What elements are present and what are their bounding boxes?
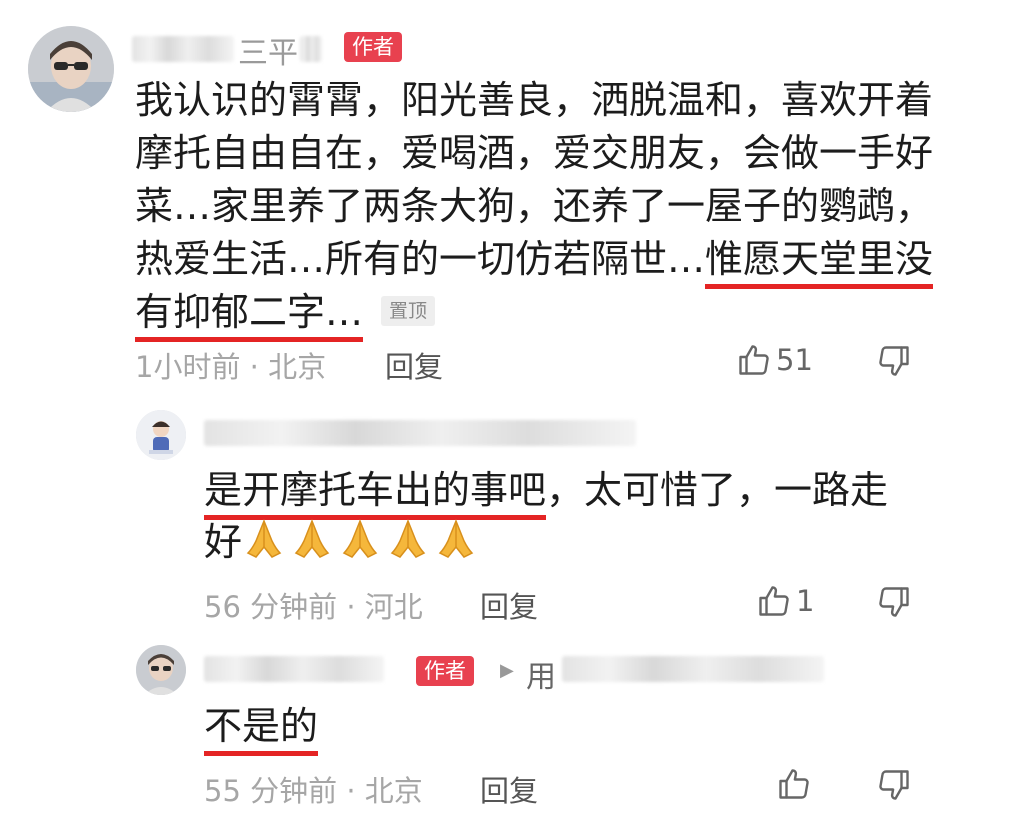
folded-hands-emoji-icon <box>338 517 382 561</box>
thumbs-up-icon <box>776 766 812 802</box>
person-avatar-icon <box>136 645 186 695</box>
folded-hands-emoji-icon <box>290 517 334 561</box>
like-count: 1 <box>796 584 815 618</box>
thumbs-up-icon <box>736 342 772 378</box>
underlined-phrase: 不是的 <box>204 704 319 756</box>
reply-button[interactable]: 回复 <box>480 584 538 626</box>
thumbs-down-icon[interactable] <box>876 343 912 379</box>
replier-avatar[interactable] <box>136 410 186 460</box>
username-fragment[interactable]: 三平 <box>238 28 298 72</box>
username-blurred[interactable] <box>132 36 234 62</box>
thumbs-up-icon <box>756 583 792 619</box>
folded-hands-emoji-icon <box>386 517 430 561</box>
username-blurred-tail[interactable] <box>300 36 322 62</box>
commenter-avatar[interactable] <box>28 26 114 112</box>
reply-time-location: 55 分钟前 · 北京 <box>204 774 423 808</box>
person-avatar-icon <box>28 26 114 112</box>
like-button[interactable] <box>776 766 812 802</box>
pinned-badge: 置顶 <box>381 295 436 326</box>
reply-time-location: 56 分钟前 · 河北 <box>204 590 423 624</box>
thumbs-down-icon[interactable] <box>876 767 912 803</box>
folded-hands-emoji-icon <box>434 517 478 561</box>
reply-text: 是开摩托车出的事吧，太可惜了，一路走好 <box>204 464 904 568</box>
author-badge: 作者 <box>416 656 474 686</box>
reply-to-fragment[interactable]: 用 <box>526 652 556 696</box>
comment-thread: 三平 作者 我认识的霄霄，阳光善良，洒脱温和，喜欢开着摩托自由自在，爱喝酒，爱交… <box>0 0 1016 814</box>
reply-text: 不是的 <box>204 700 319 756</box>
reply-to-username-blurred[interactable] <box>562 656 824 682</box>
reply-button[interactable]: 回复 <box>385 344 443 386</box>
thumbs-down-icon[interactable] <box>876 584 912 620</box>
username-blurred[interactable] <box>204 656 384 682</box>
cartoon-avatar-icon <box>136 410 186 460</box>
reply-to-arrow-icon: ▶ <box>500 660 514 681</box>
comment-time-location: 1小时前 · 北京 <box>135 350 327 384</box>
author-badge: 作者 <box>344 32 402 62</box>
like-button[interactable]: 51 <box>736 342 813 378</box>
username-blurred[interactable] <box>204 420 636 446</box>
like-button[interactable]: 1 <box>756 583 814 619</box>
reply-button[interactable]: 回复 <box>480 768 538 810</box>
folded-hands-emoji-icon <box>242 517 286 561</box>
underlined-phrase: 是开摩托车出的事吧 <box>204 468 547 520</box>
author-avatar[interactable] <box>136 645 186 695</box>
comment-text: 我认识的霄霄，阳光善良，洒脱温和，喜欢开着摩托自由自在，爱喝酒，爱交朋友，会做一… <box>135 74 935 342</box>
like-count: 51 <box>776 343 813 377</box>
